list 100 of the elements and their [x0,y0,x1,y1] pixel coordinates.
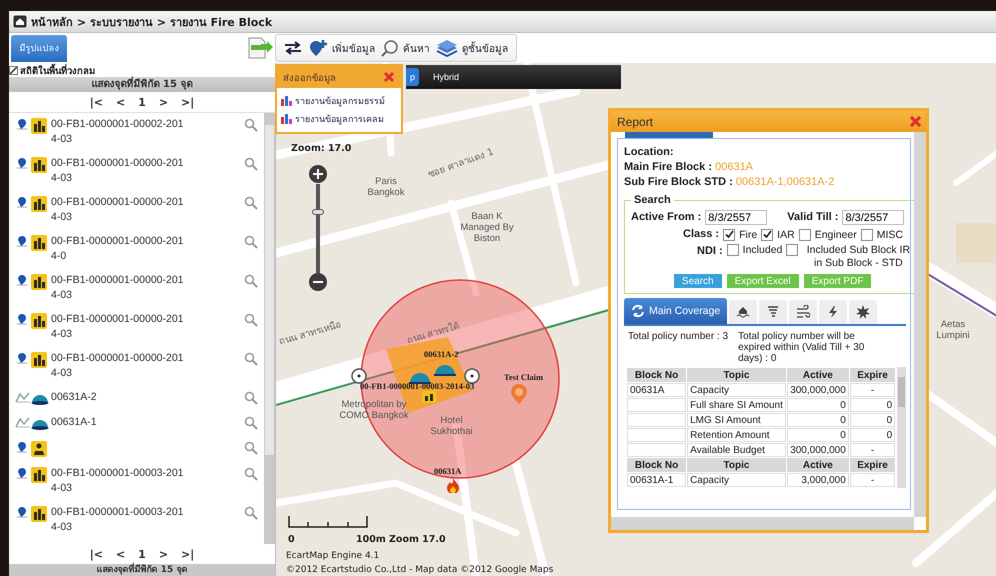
zoom-to-icon[interactable] [244,416,258,430]
swap-arrows-icon[interactable] [284,41,302,55]
house-water-icon [736,305,750,319]
field-label: Sub Fire Block STD : [624,176,733,188]
helmet-icon [409,371,431,385]
shape-button[interactable]: มีรูปแปลง [11,34,67,62]
list-item-label[interactable]: 00631A-2 [51,390,186,405]
drag-handle[interactable] [351,368,367,384]
checkbox[interactable] [723,228,736,240]
table-cell: Available Budget [687,443,786,457]
tab[interactable] [729,300,758,324]
marker-label: 00631A [434,466,462,476]
tab[interactable] [759,300,788,324]
pager-link[interactable]: > [158,96,168,108]
pin-icon [15,157,29,169]
expiring-text: Total policy number will be expired within (Valid Till + 30 days) : 0 [738,331,866,364]
list-footer: แสดงจุดที่มีพิกัด 15 จุด [9,564,275,576]
zoom-to-icon[interactable] [244,274,258,288]
person-icon [31,441,47,457]
tab[interactable] [789,300,818,324]
pager-link[interactable]: < [116,96,126,108]
column-header: Active [786,368,849,382]
scrollbar[interactable] [914,132,926,517]
tab[interactable] [849,300,878,324]
date-field[interactable]: 8/3/2557 [842,210,904,225]
pin-icon [15,441,29,453]
tab[interactable]: Main Coverage [624,298,728,324]
search-button[interactable]: ค้นหา [381,39,430,57]
scrollbar[interactable] [897,367,906,488]
field-label: NDI : [697,244,723,259]
list-item-label[interactable]: 00-FB1-0000001-00000-2014-03 [51,195,186,225]
map-type-button[interactable]: Hybrid [429,68,464,86]
zoom-to-icon[interactable] [244,157,258,171]
column-header: Block No [627,458,686,472]
drag-handle[interactable] [464,368,480,384]
group-title: Search [633,194,672,206]
list-item-label[interactable]: 00-FB1-0000001-00000-2014-03 [51,351,186,381]
menu-item[interactable]: รายงานข้อมูลกรมธรรม์ [277,92,389,110]
table-cell: - [850,443,896,457]
wind-icon [796,305,810,319]
list-header: แสดงจุดที่มีพิกัด 15 จุด [9,77,275,92]
checkbox[interactable] [9,66,18,74]
list-item-label[interactable]: 00-FB1-0000001-00003-2014-03 [51,505,186,535]
checkbox[interactable] [786,244,798,256]
zoom-in-button[interactable] [309,165,327,183]
tab[interactable] [819,300,848,324]
checkbox-label: สถิติในพื้นที่วงกลม [20,62,95,76]
refresh-icon [631,304,645,318]
zoom-to-icon[interactable] [244,118,258,132]
menu-item[interactable]: รายงานข้อมูลการเคลม [277,110,388,128]
field-label: Class : [683,227,720,242]
list-item-label[interactable]: 00-FB1-0000001-00000-2014-03 [51,273,186,303]
zoom-to-icon[interactable] [244,506,258,520]
zoom-label: Zoom: 17.0 [291,143,352,154]
pager-link[interactable]: < [116,548,126,560]
layers-button[interactable]: ดูชั้นข้อมูล [436,39,508,57]
scrollbar[interactable] [611,517,914,530]
location-label: Location: [624,145,674,160]
checkbox[interactable] [726,244,739,256]
zoom-to-icon[interactable] [244,352,258,366]
list-item-label[interactable]: 00-FB1-0000001-00000-2014-03 [51,312,186,342]
close-icon[interactable] [383,71,395,83]
checkbox-label: Fire [739,228,758,240]
table-cell: 300,000,000 [786,443,849,457]
map-pin-icon[interactable] [510,383,528,405]
checkbox[interactable] [761,228,774,240]
document-arrow-icon[interactable] [247,37,273,59]
scrollbar[interactable] [264,113,275,544]
zoom-slider-thumb[interactable] [312,208,324,215]
list-item-label[interactable]: 00-FB1-0000001-00000-2014-03 [51,156,186,186]
pager-link[interactable]: >| [181,548,194,560]
zoom-to-icon[interactable] [244,441,258,455]
pager-link[interactable]: |< [90,96,103,108]
close-icon[interactable] [909,115,922,128]
table-cell: 3,000,000 [786,473,849,487]
flame-icon[interactable] [446,477,460,493]
pager-link[interactable]: 1 [138,96,146,108]
list-item-label[interactable]: 00-FB1-0000001-00002-2014-03 [51,117,186,147]
list-item-label[interactable]: 00-FB1-0000001-00000-2014-0 [51,234,186,264]
date-field[interactable]: 8/3/2557 [705,210,768,225]
zoom-to-icon[interactable] [244,467,258,481]
map-type-button[interactable]: p [406,68,420,86]
zoom-to-icon[interactable] [244,313,258,327]
table-cell: 0 [786,398,849,412]
zoom-to-icon[interactable] [244,235,258,249]
zoom-to-icon[interactable] [244,391,258,405]
pager-link[interactable]: 1 [138,548,146,560]
pin-icon [15,274,29,286]
list-item-label[interactable]: 00-FB1-0000001-00003-2014-03 [51,466,186,496]
checkbox[interactable] [860,228,873,240]
checkbox[interactable] [798,228,811,240]
zoom-to-icon[interactable] [244,196,258,210]
pager-link[interactable]: >| [181,96,194,108]
main-block-value: 00631A [715,161,754,173]
pager-link[interactable]: > [158,548,168,560]
zoom-out-button[interactable] [309,273,327,291]
add-data-button[interactable]: เพิ่มข้อมูล [308,39,375,57]
pager-link[interactable]: |< [90,548,103,560]
list-item-label[interactable]: 00631A-1 [51,415,186,430]
place-label: Baan K Managed By Biston [459,211,515,244]
